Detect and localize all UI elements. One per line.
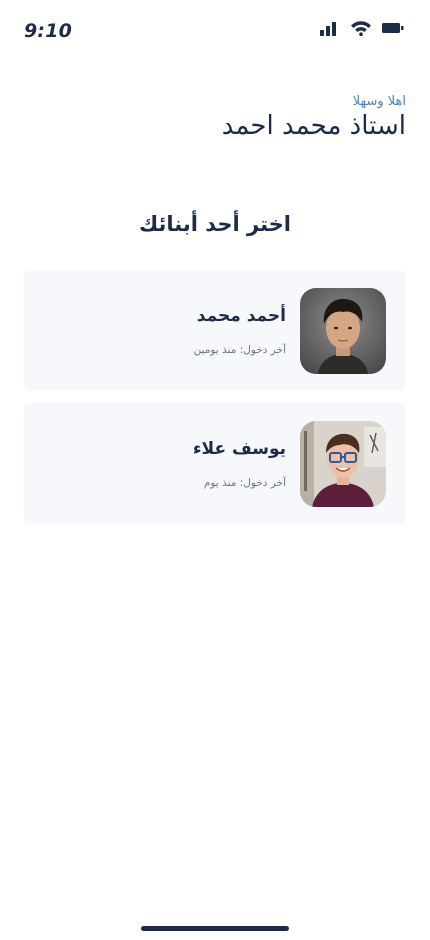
child-card-yousef[interactable]: يوسف علاء آخر دخول: منذ يوم <box>24 403 406 524</box>
cellular-signal-icon <box>320 20 340 36</box>
child-name: يوسف علاء <box>192 439 286 459</box>
teacher-name: استاذ محمد احمد <box>221 111 406 141</box>
greeting: اهلا وسهلا استاذ محمد احمد <box>222 94 406 141</box>
battery-icon <box>382 21 404 35</box>
home-indicator[interactable] <box>141 926 289 931</box>
welcome-text: اهلا وسهلا <box>352 94 406 109</box>
avatar <box>300 421 386 507</box>
status-icons <box>320 18 404 38</box>
status-time: 9:10 <box>24 20 73 42</box>
child-name: أحمد محمد <box>196 306 286 326</box>
status-bar: 9:10 <box>0 0 430 60</box>
last-login-text: آخر دخول: منذ يومين <box>193 344 286 356</box>
avatar <box>300 288 386 374</box>
page-title: اختر أحد أبنائك <box>138 212 292 236</box>
last-login-text: آخر دخول: منذ يوم <box>203 477 286 489</box>
child-card-ahmed[interactable]: أحمد محمد آخر دخول: منذ يومين <box>24 270 406 391</box>
wifi-icon <box>350 20 372 36</box>
